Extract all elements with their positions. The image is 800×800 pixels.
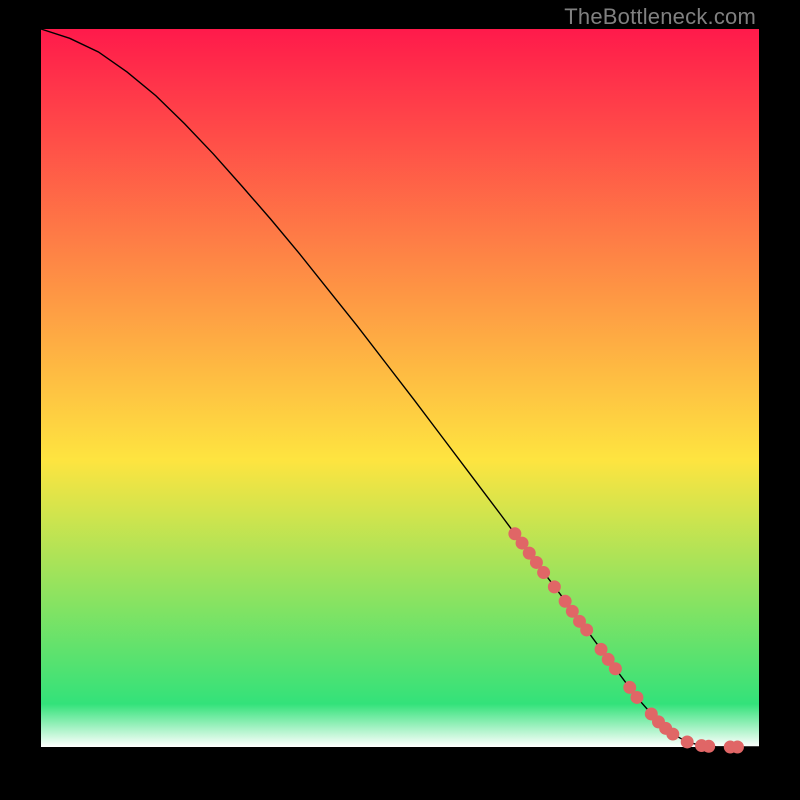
chart-frame: TheBottleneck.com bbox=[0, 0, 800, 800]
gradient-background bbox=[41, 29, 759, 747]
data-marker bbox=[731, 741, 743, 753]
data-marker bbox=[631, 691, 643, 703]
data-marker bbox=[595, 643, 607, 655]
data-marker bbox=[538, 567, 550, 579]
data-marker bbox=[559, 595, 571, 607]
plot-area bbox=[40, 28, 760, 748]
data-marker bbox=[609, 663, 621, 675]
data-marker bbox=[703, 740, 715, 752]
watermark-text: TheBottleneck.com bbox=[564, 4, 756, 30]
data-marker bbox=[516, 537, 528, 549]
data-marker bbox=[530, 556, 542, 568]
data-marker bbox=[667, 728, 679, 740]
data-marker bbox=[681, 736, 693, 748]
data-marker bbox=[624, 681, 636, 693]
chart-svg bbox=[41, 29, 759, 747]
data-marker bbox=[581, 624, 593, 636]
data-marker bbox=[548, 581, 560, 593]
data-marker bbox=[566, 605, 578, 617]
